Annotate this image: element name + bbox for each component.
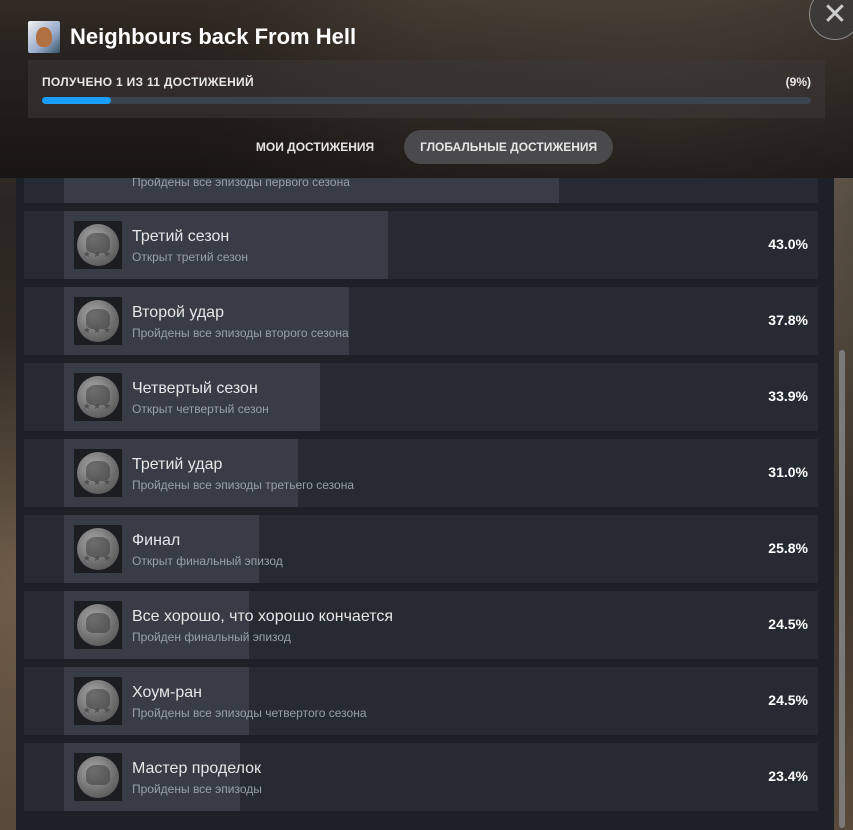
achievement-name: Хоум-ран	[132, 684, 202, 701]
game-icon	[28, 21, 60, 53]
achievement-row: ★★★ Хоум-ран Пройдены все эпизоды четверто…	[24, 667, 818, 735]
achievement-row: ★★★ Финал Открыт финальный эпизод 25.8%	[24, 515, 818, 583]
achievement-description: Открыт третий сезон	[132, 250, 248, 264]
achievement-name: Четвертый сезон	[132, 380, 258, 397]
achievement-percent: 37.8%	[768, 312, 808, 328]
achievement-row-partial: Пройдены все эпизоды первого сезона	[24, 175, 818, 203]
medal-icon: ★★★	[77, 452, 119, 494]
achievement-name: Второй удар	[132, 304, 224, 321]
achievement-description: Пройдены все эпизоды второго сезона	[132, 326, 349, 340]
achievement-name: Мастер проделок	[132, 760, 262, 777]
achievement-row: Мастер проделок Пройдены все эпизоды 23.4%	[24, 743, 818, 811]
achievement-name: Все хорошо, что хорошо кончается	[132, 608, 394, 625]
achievement-badge-icon: ★★★	[74, 677, 122, 725]
medal-icon: ★★★	[77, 376, 119, 418]
achievement-percent: 23.4%	[768, 768, 808, 784]
achievement-row: ★★★ Второй удар Пройдены все эпизоды второ…	[24, 287, 818, 355]
stars-icon: ★★★	[82, 477, 114, 487]
achievement-row: Все хорошо, что хорошо кончается Пройден …	[24, 591, 818, 659]
achievement-row: ★★★ Третий удар Пройдены все эпизоды треть…	[24, 439, 818, 507]
stars-icon: ★★★	[82, 553, 114, 563]
achievement-description: Открыт финальный эпизод	[132, 554, 283, 568]
scrollbar[interactable]	[839, 350, 845, 828]
progress-fill	[42, 97, 111, 104]
tabs: МОИ ДОСТИЖЕНИЯ ГЛОБАЛЬНЫЕ ДОСТИЖЕНИЯ	[0, 130, 853, 166]
achievement-description: Пройдены все эпизоды	[132, 782, 262, 796]
achievement-name: Третий сезон	[132, 228, 230, 245]
achievement-badge-icon: ★★★	[74, 221, 122, 269]
medal-icon: ★★★	[77, 680, 119, 722]
achievement-row: ★★★ Третий сезон Открыт третий сезон 43.0%	[24, 211, 818, 279]
header: Neighbours back From Hell ПОЛУЧЕНО 1 ИЗ …	[0, 0, 853, 178]
achievement-badge-icon: ★★★	[74, 373, 122, 421]
progress-track	[42, 97, 811, 104]
stars-icon: ★★★	[82, 401, 114, 411]
progress-box: ПОЛУЧЕНО 1 ИЗ 11 ДОСТИЖЕНИЙ (9%)	[28, 60, 825, 118]
achievement-percent: 25.8%	[768, 540, 808, 556]
achievement-description: Открыт четвертый сезон	[132, 402, 269, 416]
achievement-badge-icon	[74, 601, 122, 649]
progress-percent: (9%)	[785, 75, 811, 89]
achievement-percent: 24.5%	[768, 692, 808, 708]
achievement-description: Пройдены все эпизоды четвертого сезона	[132, 706, 367, 720]
medal-icon: ★★★	[77, 300, 119, 342]
tab-global-achievements[interactable]: ГЛОБАЛЬНЫЕ ДОСТИЖЕНИЯ	[404, 130, 614, 164]
game-title: Neighbours back From Hell	[70, 24, 357, 49]
progress-label: ПОЛУЧЕНО 1 ИЗ 11 ДОСТИЖЕНИЙ	[42, 75, 254, 89]
tab-my-achievements[interactable]: МОИ ДОСТИЖЕНИЯ	[240, 130, 390, 164]
stars-icon: ★★★	[82, 249, 114, 259]
achievement-name: Финал	[132, 532, 181, 549]
medal-icon	[77, 604, 119, 646]
stars-icon: ★★★	[82, 705, 114, 715]
achievement-badge-icon	[74, 753, 122, 801]
achievement-percent: 33.9%	[768, 388, 808, 404]
stars-icon: ★★★	[82, 325, 114, 335]
achievement-badge-icon: ★★★	[74, 297, 122, 345]
achievement-badge-icon: ★★★	[74, 449, 122, 497]
close-icon: ✕	[822, 0, 848, 31]
medal-icon: ★★★	[77, 528, 119, 570]
achievement-name: Третий удар	[132, 456, 223, 473]
achievement-row: ★★★ Четвертый сезон Открыт четвертый сезон…	[24, 363, 818, 431]
medal-icon	[77, 756, 119, 798]
achievement-badge-icon: ★★★	[74, 525, 122, 573]
achievement-percent: 31.0%	[768, 464, 808, 480]
achievement-description: Пройдены все эпизоды третьего сезона	[132, 478, 354, 492]
achievement-description: Пройден финальный эпизод	[132, 630, 291, 644]
medal-icon: ★★★	[77, 224, 119, 266]
achievement-percent: 43.0%	[768, 236, 808, 252]
achievement-percent: 24.5%	[768, 616, 808, 632]
